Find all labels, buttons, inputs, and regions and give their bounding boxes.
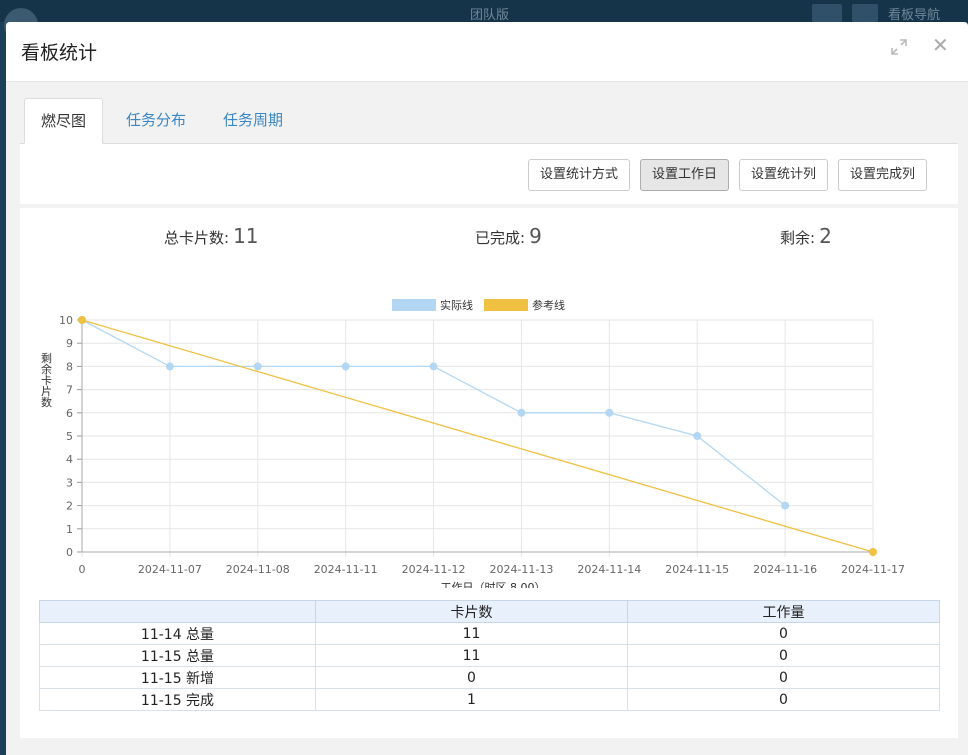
x-tick-label: 2024-11-13 [489, 563, 553, 576]
tab-task-cycle[interactable]: 任务周期 [207, 98, 299, 144]
table-cell: 0 [627, 644, 940, 667]
done-cards-value: 9 [529, 224, 542, 248]
remaining-cards-stat: 剩余: 2 [780, 224, 832, 248]
background-add-button [812, 4, 842, 22]
y-tick-label: 1 [66, 523, 73, 536]
table-cell: 11-15 新增 [39, 666, 316, 689]
data-point [78, 316, 86, 324]
y-tick-label: 6 [66, 407, 73, 420]
y-tick-label: 8 [66, 360, 73, 373]
legend-swatch [392, 299, 436, 311]
table-row: 11-15 完成 1 0 [39, 688, 940, 711]
summary-table: 卡片数 工作量 11-14 总量 11 0 11-15 总量 11 0 11-1… [39, 600, 940, 711]
x-tick-label: 2024-11-16 [753, 563, 817, 576]
y-tick-label: 7 [66, 384, 73, 397]
x-tick-label: 2024-11-07 [138, 563, 202, 576]
legend-label: 实际线 [440, 298, 473, 312]
expand-icon[interactable] [890, 38, 908, 56]
y-tick-label: 10 [59, 314, 73, 327]
remaining-cards-value: 2 [819, 224, 832, 248]
table-cell: 11 [315, 622, 628, 645]
set-workday-button[interactable]: 设置工作日 [640, 159, 730, 191]
remaining-cards-label: 剩余: [780, 229, 816, 247]
table-cell: 0 [627, 666, 940, 689]
toolbar: 设置统计方式 设置工作日 设置统计列 设置完成列 [20, 144, 958, 204]
close-icon[interactable]: ✕ [932, 35, 949, 55]
set-stat-columns-button[interactable]: 设置统计列 [739, 159, 829, 191]
table-cell: 11 [315, 644, 628, 667]
modal-header: 看板统计 ✕ [6, 22, 968, 82]
tab-task-distribution[interactable]: 任务分布 [110, 98, 202, 144]
table-header-cell: 卡片数 [315, 600, 628, 623]
data-point [869, 548, 877, 556]
background-title: 团队版 [470, 8, 510, 23]
done-cards-stat: 已完成: 9 [475, 224, 542, 248]
legend-label: 参考线 [532, 298, 565, 312]
table-header-cell: 工作量 [627, 600, 940, 623]
table-header-cell [39, 600, 316, 623]
table-cell: 0 [315, 666, 628, 689]
legend-swatch [484, 299, 528, 311]
y-axis-title: 剩余卡片数 [40, 352, 53, 408]
modal-title: 看板统计 [21, 42, 98, 64]
table-cell: 11-15 完成 [39, 688, 316, 711]
x-tick-label: 0 [79, 563, 86, 576]
total-cards-stat: 总卡片数: 11 [164, 224, 259, 248]
data-point [605, 408, 614, 417]
table-header-row: 卡片数 工作量 [39, 600, 940, 623]
data-point [693, 432, 702, 440]
x-tick-label: 2024-11-15 [665, 563, 729, 576]
table-cell: 0 [627, 688, 940, 711]
done-cards-label: 已完成: [475, 229, 526, 247]
data-point [341, 362, 350, 371]
table-row: 11-14 总量 11 0 [39, 622, 940, 645]
x-tick-label: 2024-11-17 [841, 563, 905, 576]
total-cards-value: 11 [233, 224, 259, 248]
burndown-panel: 总卡片数: 11 已完成: 9 剩余: 2 0 1 2 3 4 5 6 7 8 9 10 0 2024-11-… [20, 208, 958, 738]
background-nav-label: 看板导航 [888, 8, 941, 23]
table-row: 11-15 总量 11 0 [39, 644, 940, 667]
data-point [517, 408, 526, 417]
table-row: 11-15 新增 0 0 [39, 666, 940, 689]
x-tick-label: 2024-11-12 [402, 563, 466, 576]
x-tick-label: 2024-11-08 [226, 563, 290, 576]
y-tick-label: 3 [66, 476, 73, 489]
data-point [165, 362, 174, 371]
set-done-columns-button[interactable]: 设置完成列 [838, 159, 928, 191]
x-tick-label: 2024-11-11 [314, 563, 378, 576]
background-grid-button [852, 4, 878, 22]
x-axis-title: 工作日（时区 8.00） [441, 581, 546, 588]
y-tick-label: 4 [66, 453, 73, 466]
set-stat-method-button[interactable]: 设置统计方式 [528, 159, 631, 191]
total-cards-label: 总卡片数: [164, 229, 230, 247]
y-tick-label: 9 [66, 337, 73, 350]
table-cell: 11-15 总量 [39, 644, 316, 667]
x-tick-label: 2024-11-14 [577, 563, 641, 576]
tab-bar: 燃尽图 任务分布 任务周期 [20, 98, 958, 144]
table-cell: 1 [315, 688, 628, 711]
board-stats-modal: 看板统计 ✕ 燃尽图 任务分布 任务周期 设置统计方式 设置工作日 设置统计列 … [6, 22, 968, 755]
tab-burndown[interactable]: 燃尽图 [24, 98, 104, 144]
y-tick-label: 5 [66, 430, 73, 443]
data-point [253, 362, 262, 371]
y-tick-label: 2 [66, 500, 73, 513]
table-cell: 0 [627, 622, 940, 645]
burndown-chart: 0 1 2 3 4 5 6 7 8 9 10 0 2024-11-07 2024-11-08 2024-11… [40, 298, 905, 588]
table-cell: 11-14 总量 [39, 622, 316, 645]
data-point [781, 501, 790, 510]
data-point [429, 362, 438, 371]
y-tick-label: 0 [66, 546, 73, 559]
